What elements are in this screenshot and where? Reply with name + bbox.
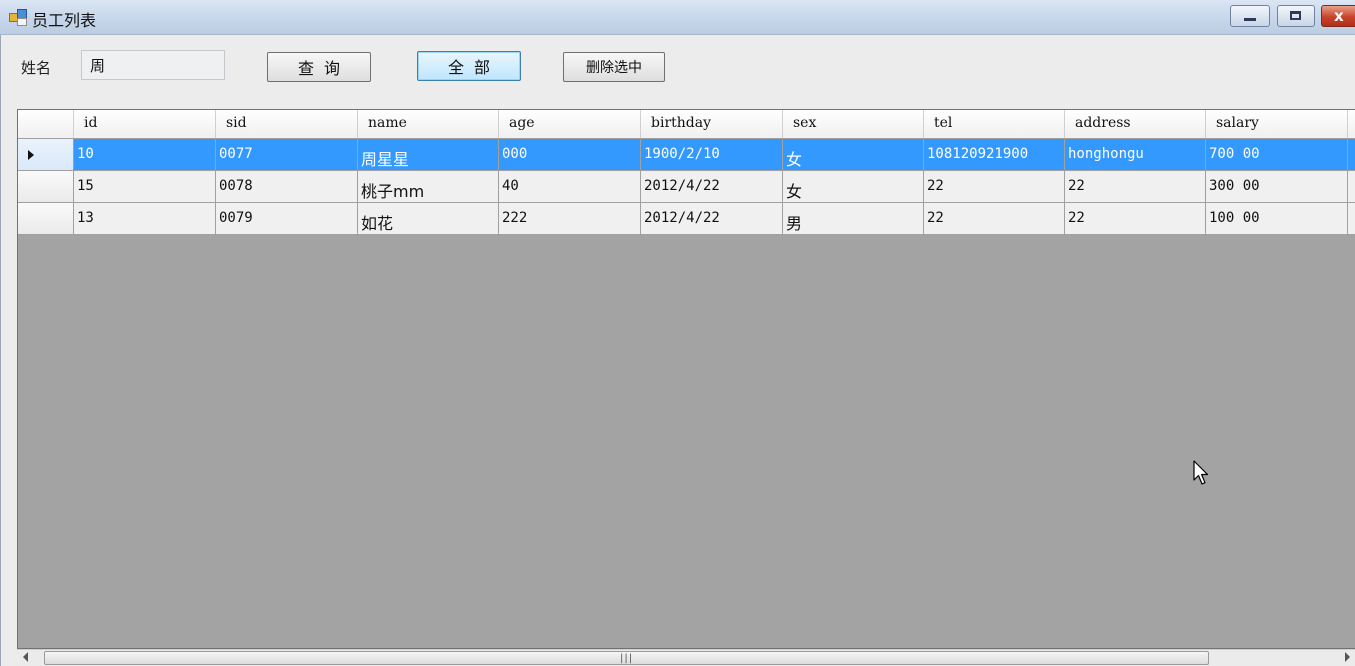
cell-sid[interactable]: 0078 [216, 171, 358, 203]
scroll-right-icon[interactable] [1345, 652, 1350, 662]
cell-salary[interactable]: 300 00 [1206, 171, 1348, 203]
app-window-icon [9, 9, 27, 26]
cell-name[interactable]: 桃子mm [358, 171, 499, 203]
cell-age[interactable]: 000 [499, 139, 641, 171]
cell-address[interactable]: honghongu [1065, 139, 1206, 171]
form-client-area: 姓名 查询 全部 删除选中 id sid name age birthday s… [0, 35, 1355, 666]
cell-id[interactable]: 13 [74, 203, 216, 235]
maximize-icon [1290, 11, 1301, 20]
cell-id[interactable]: 10 [74, 139, 216, 171]
cell-age[interactable]: 222 [499, 203, 641, 235]
employee-data-grid[interactable]: id sid name age birthday sex tel address… [17, 109, 1355, 649]
column-header-id[interactable]: id [74, 110, 216, 138]
scroll-left-icon[interactable] [23, 652, 28, 662]
window-title: 员工列表 [32, 11, 97, 30]
minimize-button[interactable] [1230, 5, 1270, 27]
maximize-button[interactable] [1277, 5, 1315, 27]
cell-sid[interactable]: 0077 [216, 139, 358, 171]
close-icon: x [1334, 7, 1344, 25]
row-header[interactable] [18, 203, 74, 235]
cell-tel[interactable]: 22 [924, 203, 1065, 235]
cell-birthday[interactable]: 2012/4/22 [641, 203, 783, 235]
table-row[interactable]: 13 0079 如花 222 2012/4/22 男 22 22 100 00 [18, 203, 1355, 235]
cell-tel[interactable]: 22 [924, 171, 1065, 203]
column-header-birthday[interactable]: birthday [641, 110, 783, 138]
table-row[interactable]: 10 0077 周星星 000 1900/2/10 女 108120921900… [18, 139, 1355, 171]
row-header[interactable] [18, 139, 74, 171]
horizontal-scrollbar[interactable]: ||| [17, 649, 1355, 666]
column-header-salary[interactable]: salary [1206, 110, 1348, 138]
column-header-name[interactable]: name [358, 110, 499, 138]
cell-id[interactable]: 15 [74, 171, 216, 203]
column-header-tel[interactable]: tel [924, 110, 1065, 138]
cell-overflow[interactable] [1348, 203, 1355, 235]
mouse-pointer-icon [1193, 460, 1209, 485]
cell-birthday[interactable]: 2012/4/22 [641, 171, 783, 203]
cell-sex[interactable]: 女 [783, 139, 924, 171]
scrollbar-thumb[interactable]: ||| [44, 651, 1209, 665]
current-row-arrow-icon [28, 150, 34, 160]
grid-header: id sid name age birthday sex tel address… [18, 110, 1355, 139]
cell-name[interactable]: 如花 [358, 203, 499, 235]
name-search-input[interactable] [81, 50, 225, 80]
query-button[interactable]: 查询 [267, 52, 371, 82]
column-header-sid[interactable]: sid [216, 110, 358, 138]
column-header-sex[interactable]: sex [783, 110, 924, 138]
cell-overflow[interactable] [1348, 171, 1355, 203]
cell-sid[interactable]: 0079 [216, 203, 358, 235]
show-all-button[interactable]: 全部 [417, 51, 521, 81]
cell-birthday[interactable]: 1900/2/10 [641, 139, 783, 171]
cell-sex[interactable]: 男 [783, 203, 924, 235]
minimize-icon [1244, 18, 1256, 21]
table-row[interactable]: 15 0078 桃子mm 40 2012/4/22 女 22 22 300 00 [18, 171, 1355, 203]
cell-tel[interactable]: 108120921900 [924, 139, 1065, 171]
row-header[interactable] [18, 171, 74, 203]
cell-address[interactable]: 22 [1065, 171, 1206, 203]
cell-salary[interactable]: 700 00 [1206, 139, 1348, 171]
scrollbar-grip-icon: ||| [620, 653, 634, 664]
row-header-corner[interactable] [18, 110, 74, 138]
name-label: 姓名 [21, 59, 52, 77]
cell-sex[interactable]: 女 [783, 171, 924, 203]
cell-name[interactable]: 周星星 [358, 139, 499, 171]
close-button[interactable]: x [1321, 5, 1355, 27]
cell-age[interactable]: 40 [499, 171, 641, 203]
cell-overflow[interactable] [1348, 139, 1355, 171]
column-header-age[interactable]: age [499, 110, 641, 138]
cell-salary[interactable]: 100 00 [1206, 203, 1348, 235]
title-bar[interactable]: 员工列表 x [0, 0, 1355, 35]
delete-selected-button[interactable]: 删除选中 [563, 52, 665, 82]
column-header-overflow[interactable] [1348, 110, 1355, 138]
column-header-address[interactable]: address [1065, 110, 1206, 138]
cell-address[interactable]: 22 [1065, 203, 1206, 235]
